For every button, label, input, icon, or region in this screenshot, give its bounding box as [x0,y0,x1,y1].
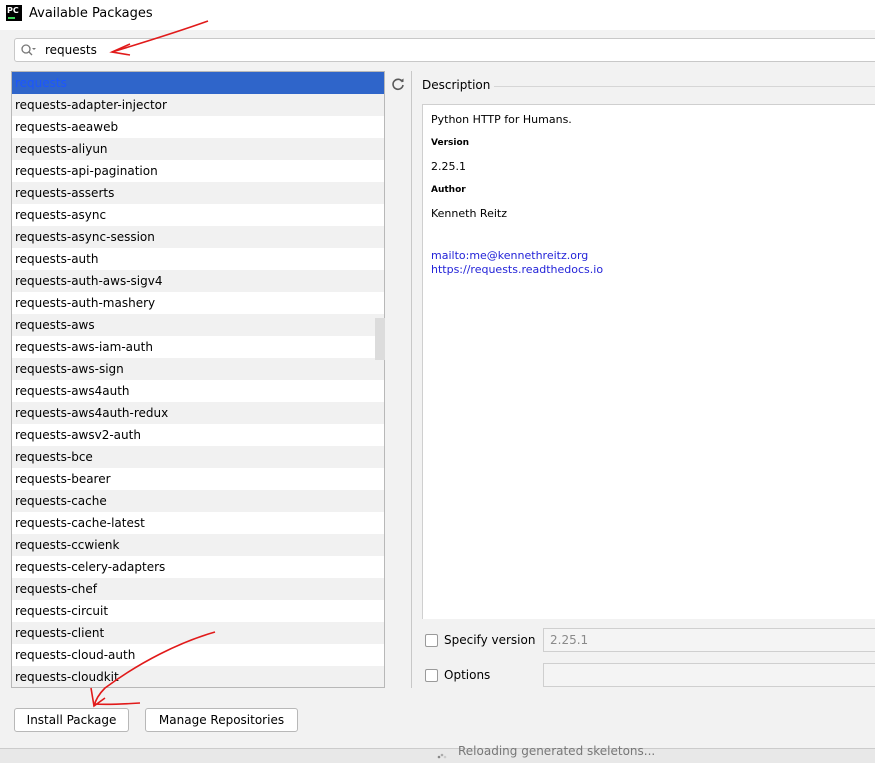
pycharm-logo-icon: PC [6,5,22,21]
package-name: requests-aliyun [15,142,108,156]
package-name: requests-client [15,626,105,640]
package-name: requests-cache [15,494,107,508]
package-name: requests-async [15,208,107,222]
package-name: requests-api-pagination [15,164,158,178]
version-select[interactable]: 2.25.1 [543,628,875,652]
package-item[interactable]: requests-auth-mashery [12,292,384,314]
package-name: requests-cache-latest [15,516,145,530]
description-header: Description [422,78,491,92]
package-name: requests-aeaweb [15,120,119,134]
status-text: Reloading generated skeletons... [458,744,656,758]
options-label: Options [444,668,491,682]
search-value: requests [45,43,97,57]
package-name: requests-async-session [15,230,155,244]
package-item[interactable]: requests-aws-iam-auth [12,336,384,358]
package-name: requests-chef [15,582,98,596]
package-item[interactable]: requests-adapter-injector [12,94,384,116]
package-item[interactable]: requests-bearer [12,468,384,490]
package-item[interactable]: requests-aws-sign [12,358,384,380]
package-item[interactable]: requests-aws4auth [12,380,384,402]
package-item[interactable]: requests-aliyun [12,138,384,160]
description-panel [422,104,875,619]
manage-repositories-button[interactable]: Manage Repositories [145,708,298,732]
package-item[interactable]: requests-ccwienk [12,534,384,556]
options-input[interactable] [543,663,875,687]
package-item[interactable]: requests-async-session [12,226,384,248]
list-scrollbar-thumb[interactable] [375,318,385,360]
package-name: requests-circuit [15,604,109,618]
package-name: requests-asserts [15,186,115,200]
package-item[interactable]: requests-asserts [12,182,384,204]
package-name: requests-auth-aws-sigv4 [15,274,163,288]
homepage-link[interactable]: https://requests.readthedocs.io [431,263,603,276]
package-name: requests-aws [15,318,95,332]
package-name: requests-awsv2-auth [15,428,141,442]
search-icon [21,44,36,56]
package-item[interactable]: requests-bce [12,446,384,468]
package-item[interactable]: requests-aws4auth-redux [12,402,384,424]
window-title: Available Packages [29,6,153,21]
package-name: requests-aws-sign [15,362,124,376]
package-item[interactable]: requests-circuit [12,600,384,622]
package-item[interactable]: requests-cache [12,490,384,512]
package-item[interactable]: requests-aeaweb [12,116,384,138]
package-item[interactable]: requests-aws [12,314,384,336]
package-name: requests-bearer [15,472,111,486]
email-link[interactable]: mailto:me@kennethreitz.org [431,249,588,262]
package-name: requests-aws4auth-redux [15,406,169,420]
specify-version-checkbox[interactable] [425,634,438,647]
install-package-button[interactable]: Install Package [14,708,129,732]
package-item[interactable]: requests-cache-latest [12,512,384,534]
version-label: Version [431,138,470,148]
search-input[interactable]: requests [14,38,875,62]
package-item[interactable]: requests-async [12,204,384,226]
package-item[interactable]: requests-cloud-auth [12,644,384,666]
author-value: Kenneth Reitz [431,207,507,220]
package-item[interactable]: requests-auth [12,248,384,270]
package-name: requests-cloud-auth [15,648,136,662]
package-item[interactable]: requests-celery-adapters [12,556,384,578]
reload-icon[interactable] [391,77,405,91]
description-divider [494,86,875,87]
progress-spinner-icon [437,753,447,759]
author-label: Author [431,185,466,195]
logo-text: PC [7,6,19,15]
package-name: requests-auth-mashery [15,296,156,310]
package-item[interactable]: requests-chef [12,578,384,600]
options-checkbox[interactable] [425,669,438,682]
version-value: 2.25.1 [431,160,466,173]
package-name: requests-auth [15,252,99,266]
package-name: requests-ccwienk [15,538,120,552]
package-name: requests-bce [15,450,93,464]
package-name: requests-aws-iam-auth [15,340,153,354]
package-item[interactable]: requests-cloudkit [12,666,384,687]
package-item-selected[interactable]: requests [12,72,384,94]
package-name: requests-aws4auth [15,384,130,398]
package-item[interactable]: requests-auth-aws-sigv4 [12,270,384,292]
package-name: requests-celery-adapters [15,560,166,574]
package-list[interactable]: requests requests-adapter-injector request… [11,71,385,688]
package-summary: Python HTTP for Humans. [431,113,572,126]
list-toolbar [385,71,412,688]
package-item[interactable]: requests-client [12,622,384,644]
package-name: requests-adapter-injector [15,98,167,112]
package-item[interactable]: requests-api-pagination [12,160,384,182]
package-item[interactable]: requests-awsv2-auth [12,424,384,446]
package-name: requests [15,76,67,90]
title-bar: PC Available Packages [0,0,875,30]
specify-version-label: Specify version [444,633,536,647]
package-name: requests-cloudkit [15,670,119,684]
